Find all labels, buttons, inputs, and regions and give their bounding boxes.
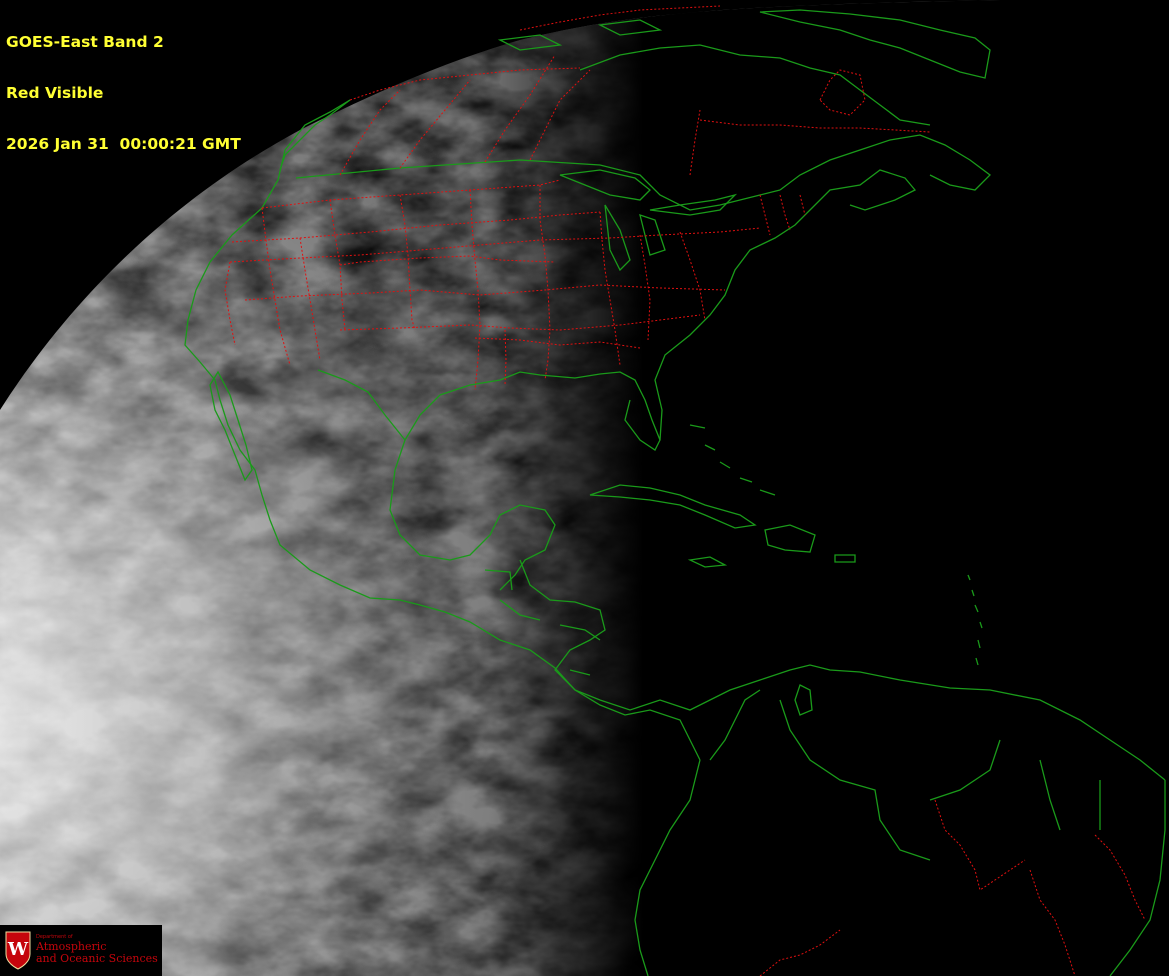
image-caption: GOES-East Band 2 Red Visible 2026 Jan 31… xyxy=(6,0,241,170)
caption-satellite-band: GOES-East Band 2 xyxy=(6,33,164,51)
caption-timestamp: 2026 Jan 31 00:00:21 GMT xyxy=(6,135,241,153)
caption-channel-name: Red Visible xyxy=(6,84,104,102)
crest-letter: W xyxy=(7,939,29,960)
logo-line2: and Oceanic Sciences xyxy=(36,952,158,965)
aos-logo: W Department of Atmospheric and Oceanic … xyxy=(0,925,162,976)
uw-crest-icon: W xyxy=(5,931,31,970)
